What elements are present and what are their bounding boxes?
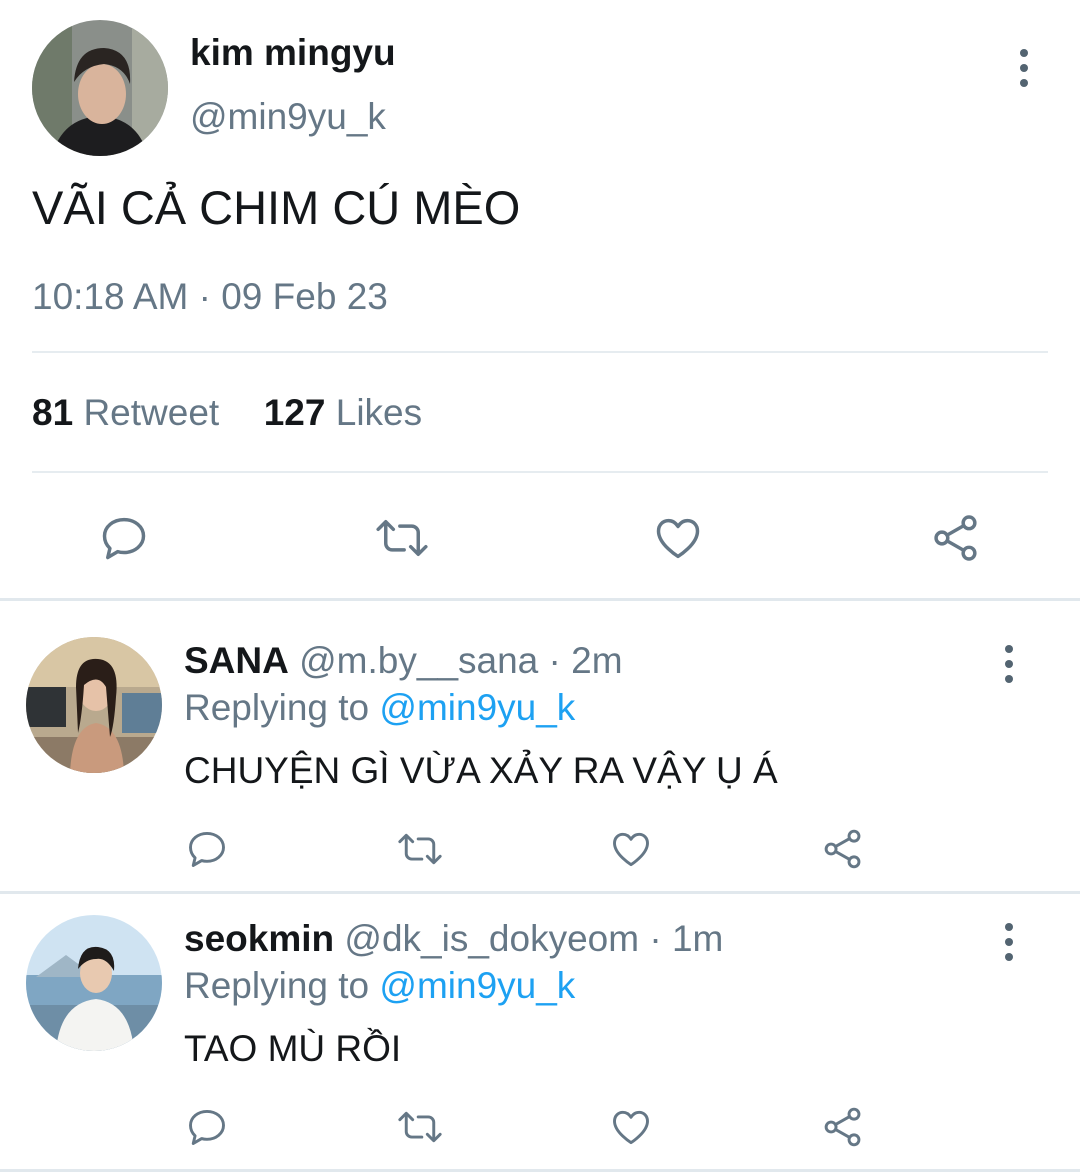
retweet-icon[interactable] [394, 826, 446, 872]
more-options-icon[interactable] [1003, 923, 1015, 961]
more-options-icon[interactable] [1003, 645, 1015, 683]
like-icon[interactable] [608, 826, 654, 872]
author-handle[interactable]: @min9yu_k [190, 96, 386, 138]
avatar-photo [26, 915, 162, 1051]
avatar-sana[interactable] [26, 637, 162, 773]
retweet-label: Retweet [83, 392, 220, 433]
reply-icon[interactable] [184, 826, 230, 872]
replying-to: Replying to @min9yu_k [184, 965, 575, 1007]
divider [32, 351, 1048, 353]
retweet-count: 81 [32, 392, 74, 433]
section-separator [0, 1169, 1080, 1172]
section-separator [0, 891, 1080, 894]
tweet-stats: 81 Retweet 127 Likes [32, 392, 422, 434]
separator-dot: · [198, 276, 211, 317]
reply-time: 2m [571, 640, 623, 681]
replying-to: Replying to @min9yu_k [184, 687, 575, 729]
replying-to-handle[interactable]: @min9yu_k [379, 687, 575, 728]
tweet-timestamp: 10:18 AM · 09 Feb 23 [32, 276, 388, 318]
avatar-seokmin[interactable] [26, 915, 162, 1051]
reply-author-handle[interactable]: @m.by__sana [299, 640, 538, 681]
section-separator [0, 598, 1080, 601]
share-icon[interactable] [928, 510, 984, 566]
tweet-date: 09 Feb 23 [221, 276, 388, 317]
avatar-photo [32, 20, 168, 156]
retweet-count-group[interactable]: 81 Retweet [32, 392, 229, 433]
retweet-icon[interactable] [372, 510, 432, 566]
like-icon[interactable] [650, 510, 706, 566]
reply-time: 1m [671, 918, 724, 959]
retweet-icon[interactable] [394, 1104, 446, 1150]
tweet-text: VÃI CẢ CHIM CÚ MÈO [32, 181, 521, 234]
reply-icon[interactable] [96, 510, 152, 566]
author-name[interactable]: kim mingyu [190, 32, 396, 74]
likes-count: 127 [263, 392, 326, 433]
share-icon[interactable] [820, 1104, 866, 1150]
separator-dot: · [548, 640, 561, 681]
avatar-photo [26, 637, 162, 773]
reply-header: SANA @m.by__sana · 2m [184, 640, 623, 682]
tweet-time: 10:18 AM [32, 276, 189, 317]
separator-dot: · [649, 918, 662, 959]
reply-author-name[interactable]: seokmin [184, 918, 334, 959]
replying-to-handle[interactable]: @min9yu_k [379, 965, 575, 1006]
likes-count-group[interactable]: 127 Likes [264, 392, 422, 433]
divider [32, 471, 1048, 473]
reply-author-name[interactable]: SANA [184, 640, 289, 681]
share-icon[interactable] [820, 826, 866, 872]
reply-text: TAO MÙ RỒI [184, 1028, 402, 1069]
reply-icon[interactable] [184, 1104, 230, 1150]
avatar-kim-mingyu[interactable] [32, 20, 168, 156]
reply-author-handle[interactable]: @dk_is_dokyeom [344, 918, 639, 959]
likes-label: Likes [335, 392, 423, 433]
more-options-icon[interactable] [1018, 49, 1030, 87]
replying-to-label: Replying to [184, 965, 370, 1006]
like-icon[interactable] [608, 1104, 654, 1150]
reply-text: CHUYỆN GÌ VỪA XẢY RA VẬY Ụ Á [184, 750, 778, 791]
replying-to-label: Replying to [184, 687, 370, 728]
reply-header: seokmin @dk_is_dokyeom · 1m [184, 918, 723, 960]
